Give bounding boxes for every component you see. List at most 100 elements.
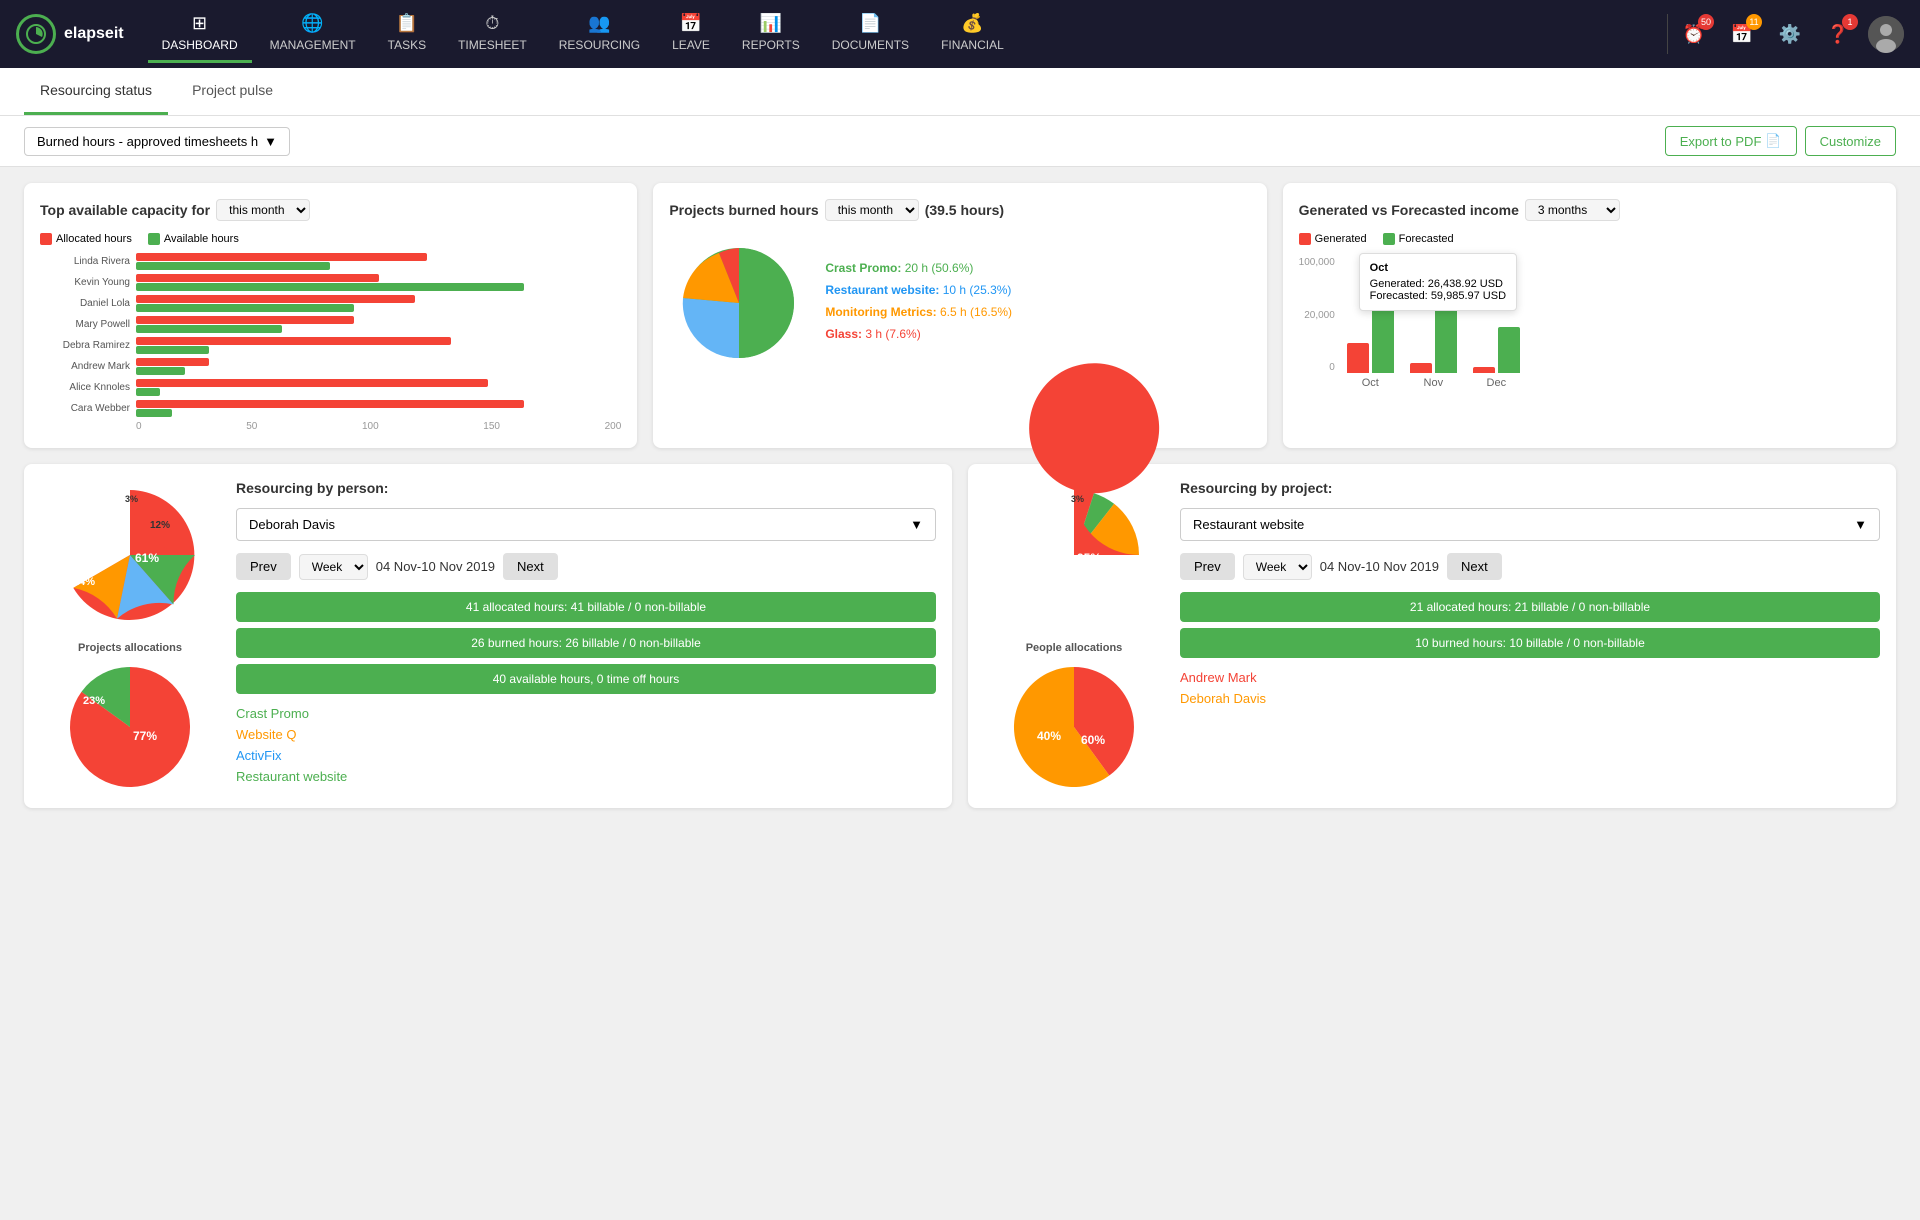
user-avatar[interactable] (1868, 16, 1904, 52)
person-alloc-4[interactable]: Restaurant website (236, 769, 936, 784)
person-bar3: 40 available hours, 0 time off hours (236, 664, 936, 694)
person-alloc-2[interactable]: Website Q (236, 727, 936, 742)
person-alloc-1[interactable]: Crast Promo (236, 706, 936, 721)
person-card-left: 61% 24% 12% 3% Projects allocations (40, 480, 220, 792)
tooltip-forecasted-row: Forecasted: 59,985.97 USD (1370, 290, 1506, 302)
person-prev-button[interactable]: Prev (236, 553, 291, 580)
income-card: Generated vs Forecasted income 3 months … (1283, 183, 1896, 448)
project-date-range: 04 Nov-10 Nov 2019 (1320, 559, 1439, 574)
nav-tasks-label: TASKS (388, 38, 426, 52)
tooltip-month: Oct (1370, 262, 1506, 274)
nav-divider (1667, 14, 1668, 54)
person-dropdown[interactable]: Deborah Davis ▼ (236, 508, 936, 541)
nav-management-label: MANAGEMENT (270, 38, 356, 52)
burned-total: (39.5 hours) (925, 202, 1004, 218)
help-button[interactable]: ❓ 1 (1820, 16, 1856, 52)
project-card-left: 95% 3% People allocations 40% 60% (984, 480, 1164, 792)
nav-right: ⏰ 50 📅 11 ⚙️ ❓ 1 (1676, 16, 1904, 52)
project-dropdown-chevron: ▼ (1854, 517, 1867, 532)
nav-resourcing[interactable]: 👥 RESOURCING (545, 5, 654, 63)
project-week-select[interactable]: Week (1243, 554, 1312, 580)
burned-pie-container (669, 233, 809, 376)
project-bar1: 21 allocated hours: 21 billable / 0 non-… (1180, 592, 1880, 622)
clock-button[interactable]: ⏰ 50 (1676, 16, 1712, 52)
nav-documents-label: DOCUMENTS (832, 38, 909, 52)
capacity-bar-chart: Allocated hours Available hours Linda Ri… (40, 233, 621, 432)
proj-pie2-label-40: 40% (1037, 729, 1061, 743)
capacity-card-title: Top available capacity for this month la… (40, 199, 621, 221)
nav-financial[interactable]: 💰 FINANCIAL (927, 5, 1018, 63)
nov-generated-bar (1410, 363, 1432, 373)
legend-forecasted: Forecasted (1383, 233, 1454, 245)
export-pdf-button[interactable]: Export to PDF 📄 (1665, 126, 1797, 156)
nav-timesheet[interactable]: ⏱ TIMESHEET (444, 5, 541, 63)
person-chart-label: Projects allocations (78, 642, 182, 654)
tab-project-pulse[interactable]: Project pulse (176, 68, 289, 115)
project-allocation-list: Andrew Mark Deborah Davis (1180, 670, 1880, 706)
bar-legend: Allocated hours Available hours (40, 233, 621, 245)
nav-resourcing-label: RESOURCING (559, 38, 640, 52)
customize-button[interactable]: Customize (1805, 126, 1896, 156)
burned-legend-item-2: Restaurant website: 10 h (25.3%) (825, 283, 1250, 297)
project-nav-row: Prev Week 04 Nov-10 Nov 2019 Next (1180, 553, 1880, 580)
customize-label: Customize (1820, 134, 1881, 149)
nav-dashboard[interactable]: ⊞ DASHBOARD (148, 5, 252, 63)
person-dropdown-label: Deborah Davis (249, 517, 335, 532)
person-card-right: Resourcing by person: Deborah Davis ▼ Pr… (236, 480, 936, 792)
nav-reports[interactable]: 📊 REPORTS (728, 5, 814, 63)
nav-documents[interactable]: 📄 DOCUMENTS (818, 5, 923, 63)
filter-dropdown[interactable]: Burned hours - approved timesheets h ▼ (24, 127, 290, 156)
capacity-period-select[interactable]: this month last month this week (216, 199, 310, 221)
burned-card: Projects burned hours this month last mo… (653, 183, 1266, 448)
project-pie2-chart: 40% 60% (999, 662, 1149, 792)
project-next-button[interactable]: Next (1447, 553, 1502, 580)
nav-timesheet-label: TIMESHEET (458, 38, 527, 52)
person-date-range: 04 Nov-10 Nov 2019 (376, 559, 495, 574)
bar-row: Alice Knnoles (40, 379, 621, 396)
income-y-axis: 100,000 20,000 0 (1299, 253, 1339, 373)
legend-allocated: Allocated hours (40, 233, 132, 245)
calendar-button[interactable]: 📅 11 (1724, 16, 1760, 52)
burned-period-select[interactable]: this month last month (825, 199, 919, 221)
tab-resourcing-status[interactable]: Resourcing status (24, 68, 168, 115)
income-tooltip: Oct Generated: 26,438.92 USD Forecasted:… (1359, 253, 1517, 311)
burned-legend-item-3: Monitoring Metrics: 6.5 h (16.5%) (825, 305, 1250, 319)
nav-management[interactable]: 🌐 MANAGEMENT (256, 5, 370, 63)
management-icon: 🌐 (301, 13, 323, 34)
income-title-text: Generated vs Forecasted income (1299, 202, 1519, 218)
project-dropdown[interactable]: Restaurant website ▼ (1180, 508, 1880, 541)
person-next-button[interactable]: Next (503, 553, 558, 580)
person-pie2-chart: 77% 23% (55, 662, 205, 792)
income-chart-wrapper: Oct Generated: 26,438.92 USD Forecasted:… (1299, 253, 1880, 389)
person-bar2: 26 burned hours: 26 billable / 0 non-bil… (236, 628, 936, 658)
gear-button[interactable]: ⚙️ (1772, 16, 1808, 52)
project-alloc-2[interactable]: Deborah Davis (1180, 691, 1880, 706)
project-alloc-1[interactable]: Andrew Mark (1180, 670, 1880, 685)
bottom-row: 61% 24% 12% 3% Projects allocations (24, 464, 1896, 808)
tab-resourcing-status-label: Resourcing status (40, 82, 152, 98)
tabs-bar: Resourcing status Project pulse (0, 68, 1920, 116)
pdf-icon: 📄 (1765, 133, 1781, 149)
nav-tasks[interactable]: 📋 TASKS (374, 5, 440, 63)
burned-legend-item-4: Glass: 3 h (7.6%) (825, 327, 1250, 341)
person-week-select[interactable]: Week (299, 554, 368, 580)
project-prev-button[interactable]: Prev (1180, 553, 1235, 580)
income-period-select[interactable]: 3 months 6 months 12 months (1525, 199, 1620, 221)
documents-icon: 📄 (859, 13, 881, 34)
logo[interactable]: elapseit (16, 14, 124, 54)
logo-icon (16, 14, 56, 54)
dec-forecasted-bar (1498, 327, 1520, 373)
toolbar-right: Export to PDF 📄 Customize (1665, 126, 1896, 156)
nav-dashboard-label: DASHBOARD (162, 38, 238, 52)
nav-leave[interactable]: 📅 LEAVE (658, 5, 724, 63)
toolbar: Burned hours - approved timesheets h ▼ E… (0, 116, 1920, 167)
bar-axis: 0 50 100 150 200 (40, 421, 621, 432)
income-content: Generated Forecasted Oct Generated: 26,4… (1299, 233, 1880, 389)
resourcing-person-card: 61% 24% 12% 3% Projects allocations (24, 464, 952, 808)
project-card-right: Resourcing by project: Restaurant websit… (1180, 480, 1880, 792)
person-alloc-3[interactable]: ActivFix (236, 748, 936, 763)
legend-generated: Generated (1299, 233, 1367, 245)
allocated-color (40, 233, 52, 245)
person-card-inner: 61% 24% 12% 3% Projects allocations (40, 480, 936, 792)
income-oct-group (1347, 307, 1394, 373)
